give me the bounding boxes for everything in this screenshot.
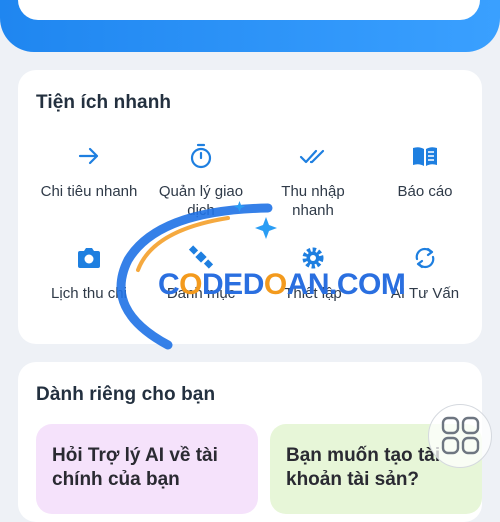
for-you-title: Dành riêng cho bạn — [36, 384, 216, 405]
quick-action-label: Quản lý giao dịch — [158, 183, 244, 219]
quick-actions-card: Tiện ích nhanh Chi tiêu nhanh Quản lý gi… — [18, 70, 482, 344]
quick-action-label: Danh mục — [166, 285, 236, 302]
stopwatch-icon — [190, 143, 212, 169]
camera-icon — [78, 248, 100, 268]
satellite-icon — [188, 245, 214, 269]
quick-actions-grid: Chi tiêu nhanh Quản lý giao dịch Thu nhậ… — [33, 142, 481, 314]
quick-action-quan-ly-giao-dich[interactable]: Quản lý giao dịch — [145, 142, 257, 244]
quick-action-thiet-lap[interactable]: Thiết lập — [257, 244, 369, 314]
floating-menu-button[interactable] — [428, 404, 492, 468]
quick-action-thu-nhap-nhanh[interactable]: Thu nhập nhanh — [257, 142, 369, 244]
ai-assistant-card-label: Hỏi Trợ lý AI về tài chính của bạn — [52, 445, 218, 490]
ai-assistant-card[interactable]: Hỏi Trợ lý AI về tài chính của bạn — [36, 424, 258, 514]
quick-action-lich-thu-chi[interactable]: Lịch thu chi — [33, 244, 145, 314]
book-icon — [413, 147, 437, 166]
quick-actions-title: Tiện ích nhanh — [36, 92, 172, 113]
quick-action-label: Thu nhập nhanh — [281, 183, 345, 219]
quick-action-ai-tu-van[interactable]: AI Tư Vấn — [369, 244, 481, 314]
header-card — [18, 0, 480, 20]
quick-action-chi-tieu-nhanh[interactable]: Chi tiêu nhanh — [33, 142, 145, 244]
quick-action-label: Chi tiêu nhanh — [40, 183, 138, 200]
quick-action-label: Thiết lập — [284, 285, 342, 302]
quick-action-label: Lịch thu chi — [51, 285, 127, 302]
quick-action-danh-muc[interactable]: Danh mục — [145, 244, 257, 314]
quick-action-bao-cao[interactable]: Báo cáo — [369, 142, 481, 244]
quick-action-label: AI Tư Vấn — [390, 285, 460, 302]
double-check-icon — [299, 149, 325, 164]
grid-menu-icon — [441, 416, 480, 455]
gear-icon — [302, 247, 324, 269]
refresh-icon — [415, 247, 435, 269]
quick-action-label: Báo cáo — [397, 183, 453, 200]
arrow-right-icon — [78, 147, 99, 165]
